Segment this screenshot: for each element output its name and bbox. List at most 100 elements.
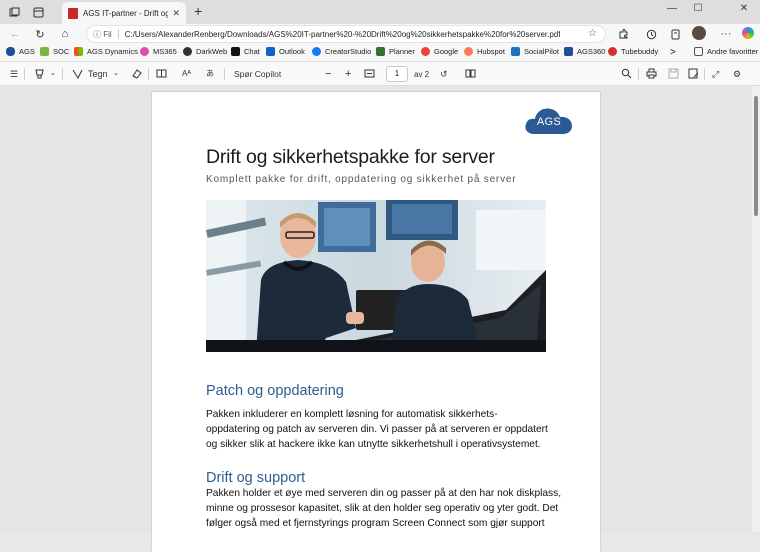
scrollbar-thumb[interactable]: [754, 96, 758, 216]
favorite-hubspot[interactable]: Hubspot: [464, 47, 505, 56]
tab-close-icon[interactable]: ✕: [172, 8, 180, 19]
close-window-button[interactable]: ✕: [734, 3, 754, 14]
favorite-creatorstudio[interactable]: CreatorStudio: [312, 47, 371, 56]
favorite-label: DarkWeb: [196, 47, 228, 56]
copilot-icon[interactable]: [742, 27, 754, 39]
translate-icon[interactable]: あ: [206, 68, 214, 80]
google-icon: [421, 47, 430, 56]
favorite-soc[interactable]: SOC: [40, 47, 69, 56]
profile-avatar[interactable]: [692, 26, 706, 40]
favorites-overflow-button[interactable]: >: [670, 47, 676, 58]
search-icon[interactable]: [621, 68, 632, 82]
highlight-dropdown-icon[interactable]: ⌄: [50, 68, 56, 80]
zoom-in-button[interactable]: +: [345, 68, 351, 80]
home-button[interactable]: ⌂: [58, 27, 72, 41]
favorite-ms365[interactable]: MS365: [140, 47, 177, 56]
two-page-view-icon[interactable]: [465, 68, 476, 82]
paragraph-line: og sikker slik at hackere ikke kan utnyt…: [206, 439, 541, 450]
draw-icon[interactable]: [72, 68, 83, 82]
save-icon[interactable]: [668, 68, 679, 82]
favorite-label: MS365: [153, 47, 177, 56]
planner-icon: [376, 47, 385, 56]
tab-actions-icon[interactable]: [30, 4, 46, 20]
collections-icon[interactable]: [668, 27, 682, 41]
save-as-icon[interactable]: [688, 68, 699, 82]
favorite-label: Hubspot: [477, 47, 505, 56]
url-text[interactable]: C:/Users/AlexanderRenberg/Downloads/AGS%…: [125, 30, 561, 39]
maximize-button[interactable]: ☐: [688, 3, 708, 14]
ask-copilot-button[interactable]: Spør Copilot: [234, 68, 281, 80]
tab-active[interactable]: AGS IT-partner - Drift og sikkerh ✕: [62, 2, 186, 24]
favorite-star-icon[interactable]: ☆: [588, 28, 597, 39]
pdf-toolbar: ☰ ⌄ Tegn ⌄ Aᴬ あ Spør Copilot − + 1 av 2 …: [0, 62, 760, 86]
page-total: av 2: [414, 70, 430, 79]
favorite-google[interactable]: Google: [421, 47, 458, 56]
favorite-label: AGS360: [577, 47, 606, 56]
favorite-planner[interactable]: Planner: [376, 47, 415, 56]
favorite-label: Google: [434, 47, 459, 56]
favorite-darkweb[interactable]: DarkWeb: [183, 47, 227, 56]
hubspot-icon: [464, 47, 473, 56]
chat-icon: [231, 47, 240, 56]
favorite-label: SocialPilot: [524, 47, 560, 56]
document-subtitle: Komplett pakke for drift, oppdatering og…: [206, 174, 517, 185]
page-view-icon[interactable]: [156, 68, 167, 82]
refresh-button[interactable]: ↻: [33, 27, 47, 41]
paragraph-line: Pakken inkluderer en komplett løsning fo…: [206, 409, 498, 420]
favorite-label: CreatorStudio: [325, 47, 372, 56]
favorite-ags[interactable]: AGS: [6, 47, 35, 56]
favorite-tubebuddy[interactable]: Tubebuddy: [608, 47, 658, 56]
favorite-ags360[interactable]: AGS360: [564, 47, 605, 56]
favorite-outlook[interactable]: Outlook: [266, 47, 305, 56]
ags360-icon: [564, 47, 573, 56]
page-number-input[interactable]: 1: [386, 66, 408, 82]
contents-icon[interactable]: ☰: [10, 68, 18, 80]
minimize-button[interactable]: —: [662, 3, 682, 14]
paragraph-line: Pakken holder et øye med serveren din og…: [206, 488, 562, 499]
favorite-label: AGS Dynamics: [87, 47, 138, 56]
history-icon[interactable]: [644, 27, 658, 41]
zoom-out-button[interactable]: −: [325, 68, 331, 80]
fullscreen-icon[interactable]: ⤢: [712, 68, 719, 80]
text-options-icon[interactable]: Aᴬ: [182, 68, 191, 80]
darkweb-icon: [183, 47, 192, 56]
favorites-bar: AGS SOC AGS Dynamics MS365 DarkWeb Chat …: [0, 44, 760, 62]
site-info-label: Fil: [103, 29, 112, 39]
tubebuddy-icon: [608, 47, 617, 56]
favorite-label: Tubebuddy: [621, 47, 659, 56]
rotate-icon[interactable]: ↺: [440, 68, 448, 80]
print-icon[interactable]: [646, 68, 657, 82]
favorite-label: Planner: [389, 47, 415, 56]
extensions-icon[interactable]: [616, 27, 630, 41]
favorite-socialpilot[interactable]: SocialPilot: [511, 47, 559, 56]
soc-icon: [40, 47, 49, 56]
section-body-patch: Pakken inkluderer en komplett løsning fo…: [206, 407, 551, 452]
site-info[interactable]: ⓘ Fil: [93, 29, 112, 40]
fit-page-icon[interactable]: [364, 68, 375, 82]
paragraph-line: oppdatering og patch av serveren din. Vi…: [206, 424, 548, 435]
title-bar: AGS IT-partner - Drift og sikkerh ✕ + — …: [0, 0, 760, 24]
new-tab-button[interactable]: +: [194, 4, 202, 18]
section-body-drift: Pakken holder et øye med serveren din og…: [206, 486, 562, 531]
draw-button[interactable]: Tegn: [88, 68, 108, 80]
highlight-icon[interactable]: [34, 68, 45, 82]
other-favorites-folder[interactable]: Andre favoritter: [694, 47, 758, 56]
pdf-favicon-icon: [68, 7, 78, 19]
back-button[interactable]: ←: [8, 27, 22, 41]
section-heading-drift: Drift og support: [206, 470, 306, 486]
cloud-icon: [6, 47, 15, 56]
settings-more-button[interactable]: ···: [719, 27, 733, 41]
favorite-label: SOC: [53, 47, 70, 56]
draw-dropdown-icon[interactable]: ⌄: [113, 68, 119, 80]
workspaces-icon[interactable]: [6, 4, 22, 20]
favorite-label: Outlook: [279, 47, 305, 56]
paragraph-line: minne og prossesor kapasitet, slik at de…: [206, 503, 559, 514]
favorite-chat[interactable]: Chat: [231, 47, 260, 56]
omnibox-divider: [117, 29, 119, 39]
office-photo: [206, 200, 546, 352]
divider: [224, 68, 225, 80]
pdf-settings-icon[interactable]: ⚙: [733, 68, 741, 80]
address-bar[interactable]: ⓘ Fil C:/Users/AlexanderRenberg/Download…: [86, 25, 606, 43]
favorite-ags-dynamics[interactable]: AGS Dynamics: [74, 47, 138, 56]
eraser-icon[interactable]: [131, 68, 142, 82]
